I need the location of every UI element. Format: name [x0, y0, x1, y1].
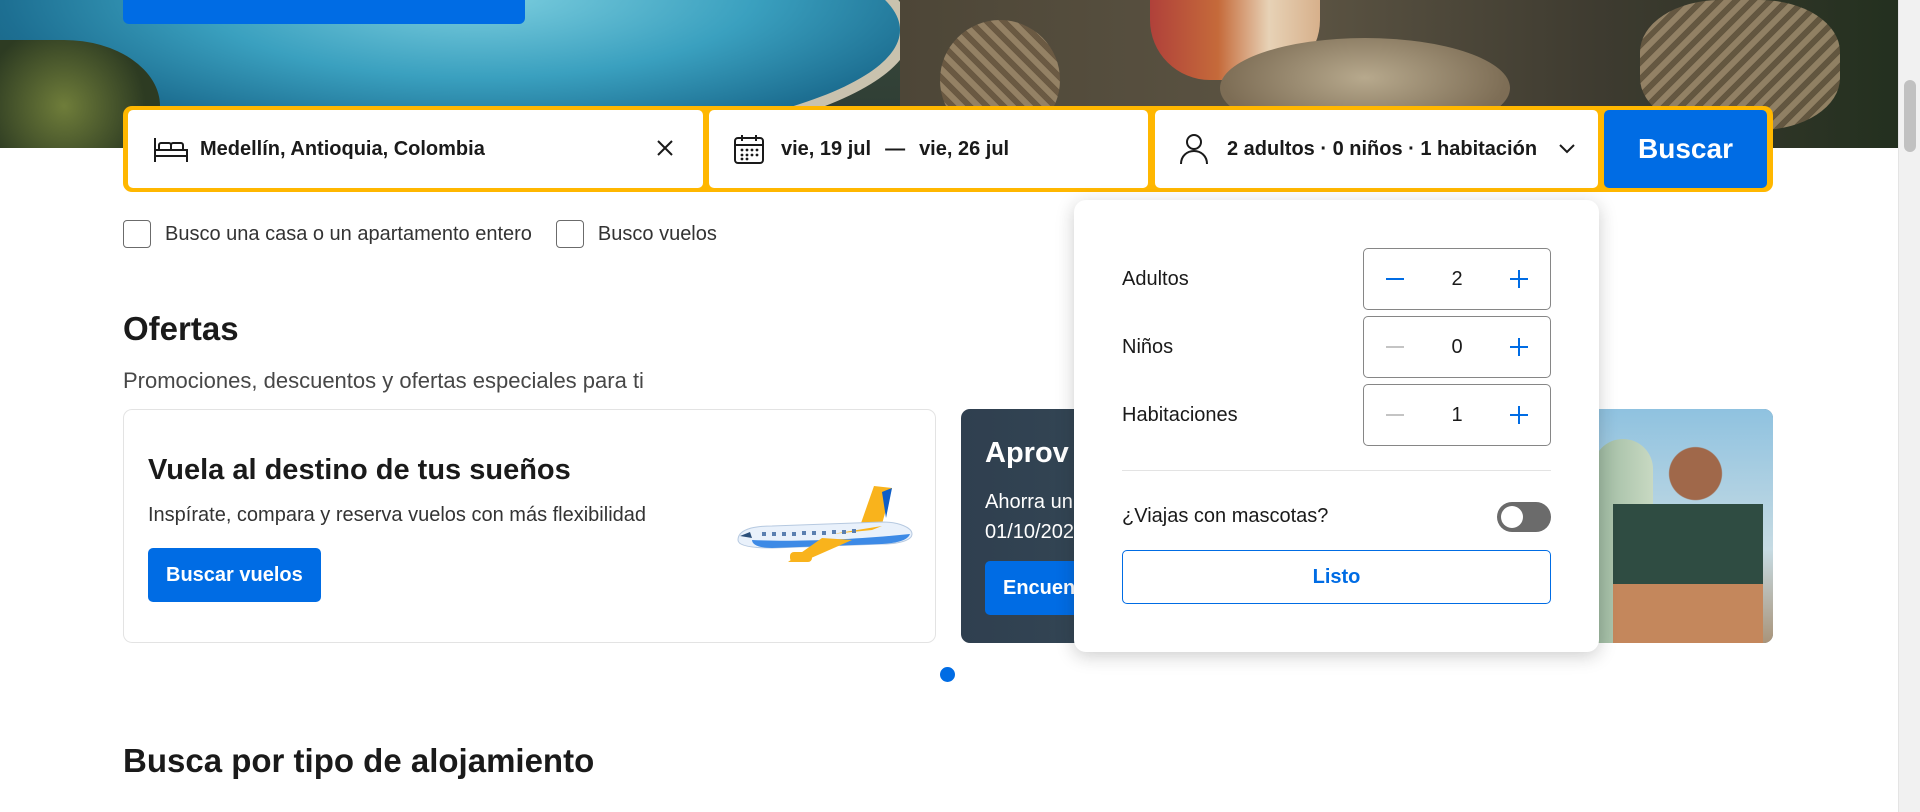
- scrollbar-thumb[interactable]: [1904, 80, 1916, 152]
- minus-icon[interactable]: [1364, 249, 1426, 309]
- minus-icon: [1364, 385, 1426, 445]
- children-stepper: 0: [1363, 316, 1551, 378]
- promo-photo-person: [1613, 434, 1763, 643]
- guests-popover: Adultos 2 Niños 0 Habitaciones 1 ¿Viajas…: [1074, 200, 1599, 652]
- search-flights-button[interactable]: Buscar vuelos: [148, 548, 321, 602]
- toggle-knob: [1501, 506, 1523, 528]
- bed-icon: [152, 132, 190, 166]
- airplane-icon: [737, 486, 913, 562]
- close-icon[interactable]: [651, 134, 679, 162]
- checkout-date[interactable]: vie, 26 jul: [919, 138, 1009, 161]
- popover-divider: [1122, 470, 1551, 471]
- children-label: Niños: [1122, 335, 1174, 358]
- date-separator: —: [885, 137, 906, 160]
- whole-home-label[interactable]: Busco una casa o un apartamento entero: [165, 223, 532, 246]
- guests-field[interactable]: 2 adultos · 0 niños · 1 habitación: [1155, 110, 1598, 188]
- person-icon: [1179, 132, 1217, 166]
- search-button[interactable]: Buscar: [1604, 110, 1767, 188]
- plus-icon[interactable]: [1488, 385, 1550, 445]
- done-button[interactable]: Listo: [1122, 550, 1551, 604]
- chevron-down-icon[interactable]: [1558, 138, 1576, 161]
- children-row: Niños 0: [1122, 316, 1551, 378]
- destination-value[interactable]: Medellín, Antioquia, Colombia: [200, 138, 485, 161]
- search-filters: Busco una casa o un apartamento entero B…: [123, 220, 741, 248]
- pets-row: ¿Viajas con mascotas?: [1122, 496, 1551, 536]
- plus-icon[interactable]: [1488, 249, 1550, 309]
- calendar-icon: [733, 132, 771, 166]
- offer-card-title: Vuela al destino de tus sueños: [148, 454, 571, 486]
- offer-card-title: Aprov: [985, 437, 1069, 469]
- rooms-label: Habitaciones: [1122, 403, 1238, 426]
- offer-card-flights[interactable]: Vuela al destino de tus sueños Inspírate…: [123, 409, 936, 643]
- adults-stepper: 2: [1363, 248, 1551, 310]
- property-type-heading: Busca por tipo de alojamiento: [123, 742, 595, 779]
- flights-checkbox[interactable]: [555, 220, 584, 248]
- rooms-value: 1: [1451, 403, 1463, 426]
- rooms-row: Habitaciones 1: [1122, 384, 1551, 446]
- checkin-date[interactable]: vie, 19 jul: [781, 138, 871, 161]
- dates-field[interactable]: vie, 19 jul — vie, 26 jul: [709, 110, 1148, 188]
- offers-subtitle: Promociones, descuentos y ofertas especi…: [123, 368, 644, 393]
- minus-icon: [1364, 317, 1426, 377]
- pets-label: ¿Viajas con mascotas?: [1122, 504, 1329, 527]
- flights-label[interactable]: Busco vuelos: [598, 223, 717, 246]
- carousel-dot[interactable]: [940, 667, 955, 682]
- hero-cta-button[interactable]: [123, 0, 525, 24]
- whole-home-checkbox[interactable]: [123, 220, 151, 248]
- adults-value: 2: [1451, 267, 1463, 290]
- pets-toggle[interactable]: [1497, 502, 1551, 532]
- offers-heading: Ofertas: [123, 310, 239, 347]
- offer-card-description: Inspírate, compara y reserva vuelos con …: [148, 504, 647, 526]
- destination-field[interactable]: Medellín, Antioquia, Colombia: [128, 110, 703, 188]
- plus-icon[interactable]: [1488, 317, 1550, 377]
- rooms-stepper: 1: [1363, 384, 1551, 446]
- adults-row: Adultos 2: [1122, 248, 1551, 310]
- children-value: 0: [1451, 335, 1463, 358]
- page-scrollbar[interactable]: [1898, 0, 1920, 812]
- search-bar: Medellín, Antioquia, Colombia vie, 19 ju…: [123, 106, 1773, 192]
- adults-label: Adultos: [1122, 267, 1189, 290]
- guests-summary[interactable]: 2 adultos · 0 niños · 1 habitación: [1227, 138, 1537, 161]
